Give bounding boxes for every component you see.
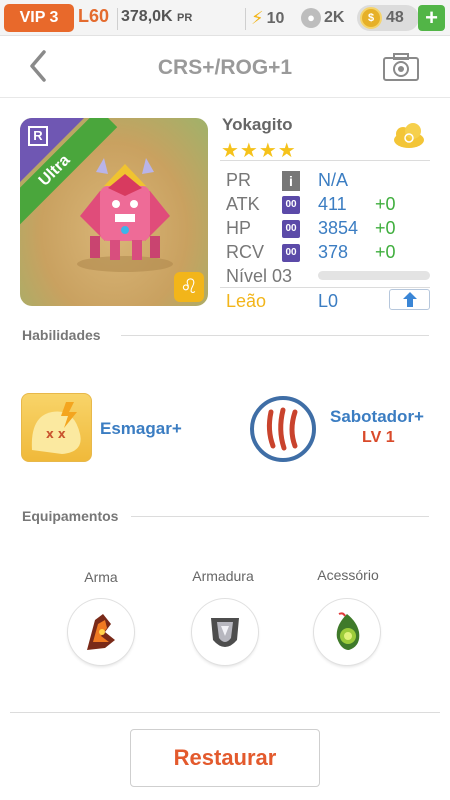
equipment-title: Equipamentos [22,508,119,524]
divider [10,712,440,713]
smash-skill-icon[interactable]: x x [21,393,92,462]
restore-button[interactable]: Restaurar [130,729,320,787]
paw-value: 2K [324,9,345,26]
stat-value: 411 [318,194,347,214]
zodiac-level: L0 [318,291,339,311]
skill-name[interactable]: Esmagar+ [100,419,182,439]
coin-value: 48 [386,9,404,26]
saboteur-skill-icon[interactable] [250,396,316,462]
stat-row-pr: PR i N/A [226,170,436,192]
svg-text:x x: x x [46,427,66,441]
weapon-icon [87,614,115,650]
armor-slot[interactable] [192,599,258,665]
armor-icon [211,618,239,647]
stat-value: 378 [318,242,349,262]
abilities-title: Habilidades [22,327,101,343]
power-unit: PR [177,12,193,24]
status-bar: VIP 3 L60 378,0K PR ⚡ 10 ● 2K $ 48 + [0,0,450,36]
stat-row-hp: HP 00 3854 +0 [226,218,436,240]
smash-face-icon: x x [31,402,81,454]
vip-badge[interactable]: VIP 3 [4,4,74,32]
coin-counter[interactable]: $ 48 [357,5,419,31]
divider [220,160,430,161]
cloud-element-icon[interactable] [392,122,426,150]
header: CRS+/ROG+1 [0,36,450,98]
stat-value: N/A [318,170,349,190]
divider [131,516,429,517]
divider [245,8,246,30]
stat-box-icon: 00 [282,196,300,214]
skill-name[interactable]: Sabotador+ [330,407,424,427]
lightning-icon: ⚡ [251,8,264,28]
energy-value: 10 [266,9,285,27]
stat-label: ATK [226,194,260,214]
power-value: 378,0K [121,8,173,25]
skill-level: LV 1 [362,429,395,446]
weapon-label: Arma [84,569,118,585]
arrow-up-icon [403,292,417,307]
monster-name: Yokagito [222,115,293,134]
leo-zodiac-icon: ♌ [174,272,204,302]
stat-box-icon: 00 [282,244,300,262]
power-readout: 378,0K PR [121,8,192,26]
player-level: L60 [78,6,110,26]
stat-row-atk: ATK 00 411 +0 [226,194,436,216]
stat-label: HP [226,218,252,238]
monster-portrait[interactable]: Ultra R ♌ [20,118,208,306]
weapon-slot[interactable] [68,599,134,665]
upgrade-zodiac-button[interactable] [389,289,430,310]
camera-icon[interactable] [382,52,420,82]
paw-counter[interactable]: ● 2K [301,8,344,28]
stat-bonus: +0 [375,194,396,214]
divider [220,287,430,288]
divider [117,8,118,30]
accessory-label: Acessório [317,567,379,583]
stat-box-icon: 00 [282,220,300,238]
stat-label: RCV [226,242,265,262]
xp-progress-bar [318,271,430,280]
add-coins-button[interactable]: + [418,5,445,31]
level-label: Nível 03 [226,266,293,286]
energy-counter[interactable]: ⚡ 10 [251,8,284,29]
accessory-icon [336,612,360,650]
info-icon[interactable]: i [282,171,300,191]
accessory-slot[interactable] [314,599,380,665]
stat-bonus: +0 [375,242,396,262]
zodiac-sign-label: Leão [226,291,267,311]
paw-icon: ● [301,8,321,28]
claw-icon [266,407,298,451]
stat-row-rcv: RCV 00 378 +0 [226,242,436,264]
divider [121,335,429,336]
stat-value: 3854 [318,218,359,238]
armor-label: Armadura [192,568,254,584]
coin-icon: $ [360,7,382,29]
stat-label: PR [226,170,252,190]
stat-bonus: +0 [375,218,396,238]
rarity-badge: R [28,126,48,146]
